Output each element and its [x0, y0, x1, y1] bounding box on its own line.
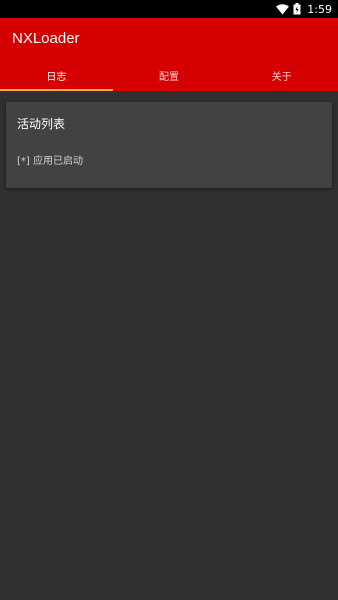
- status-bar: 1:59: [0, 0, 338, 18]
- tab-bar: 日志 配置 关于: [0, 60, 338, 91]
- tab-log-label: 日志: [46, 72, 67, 83]
- tab-about[interactable]: 关于: [225, 60, 338, 91]
- activity-card: 活动列表 [*] 应用已启动: [6, 102, 332, 188]
- wifi-icon: [276, 3, 290, 15]
- tab-log[interactable]: 日志: [0, 60, 113, 91]
- battery-charging-icon: [293, 3, 301, 15]
- card-title: 活动列表: [17, 117, 66, 131]
- app-bar: NXLoader 日志 配置 关于: [0, 18, 338, 91]
- tab-about-label: 关于: [271, 72, 292, 83]
- status-time: 1:59: [307, 2, 332, 16]
- tab-config-label: 配置: [159, 72, 179, 83]
- app-title: NXLoader: [12, 30, 80, 47]
- tab-config[interactable]: 配置: [113, 60, 226, 91]
- log-entry: [*] 应用已启动: [17, 156, 83, 167]
